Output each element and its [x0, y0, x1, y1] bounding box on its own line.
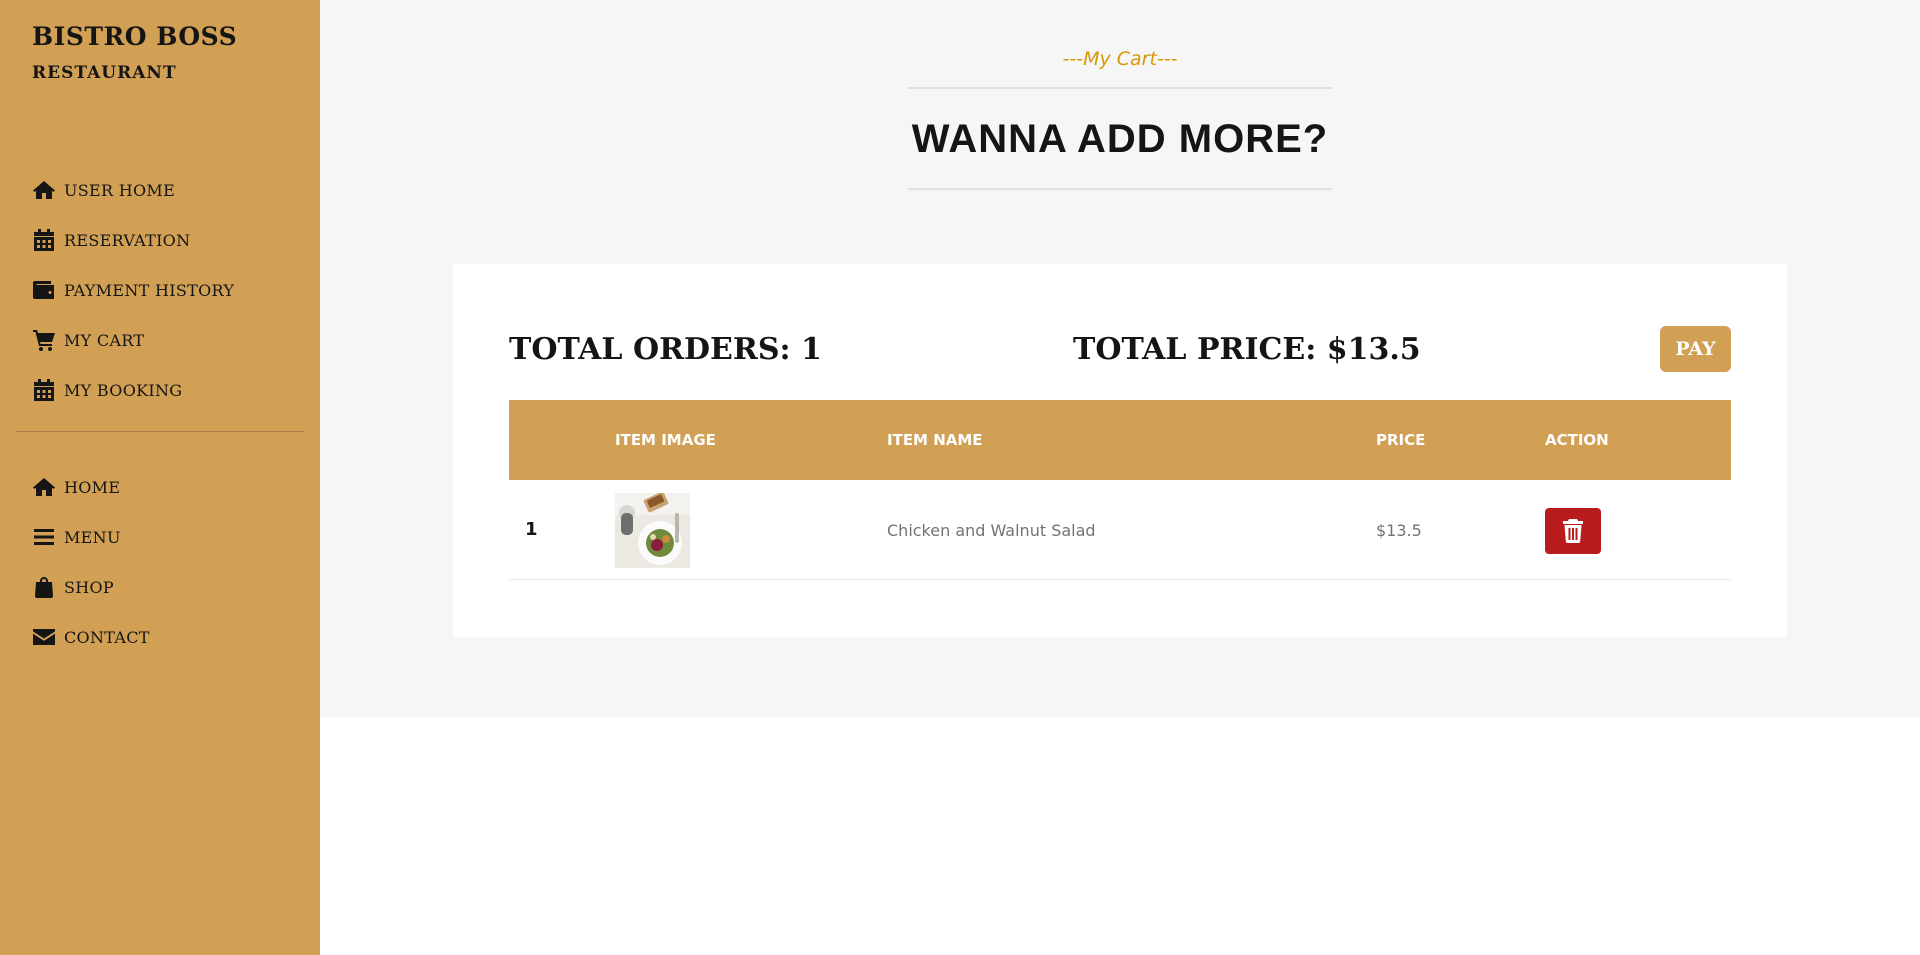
item-price: $13.5 — [1376, 521, 1422, 540]
sidebar-item-home[interactable]: HOME — [32, 462, 150, 512]
sidebar-item-label: CONTACT — [64, 627, 150, 647]
site-nav: HOME MENU SHOP CONTACT — [32, 462, 150, 662]
menu-icon — [32, 525, 56, 549]
sidebar-item-user-home[interactable]: USER HOME — [32, 165, 234, 215]
sidebar-item-label: MY CART — [64, 330, 145, 350]
column-header-item-name: ITEM NAME — [887, 431, 983, 449]
sidebar-item-shop[interactable]: SHOP — [32, 562, 150, 612]
sidebar-item-label: RESERVATION — [64, 230, 191, 250]
table-row: 1 Chicken and Walnut Salad $13.5 — [509, 480, 1731, 580]
sidebar-item-label: HOME — [64, 477, 121, 497]
sidebar-item-label: MY BOOKING — [64, 380, 183, 400]
sidebar-item-my-booking[interactable]: MY BOOKING — [32, 365, 234, 415]
section-heading: WANNA ADD MORE? — [911, 117, 1329, 161]
total-orders: TOTAL ORDERS: 1 — [509, 332, 822, 367]
trash-icon — [1563, 519, 1583, 543]
sidebar-item-contact[interactable]: CONTACT — [32, 612, 150, 662]
home-icon — [32, 475, 56, 499]
sidebar-item-label: MENU — [64, 527, 121, 547]
sidebar-item-payment-history[interactable]: PAYMENT HISTORY — [32, 265, 234, 315]
dashboard-nav: USER HOME RESERVATION PAYMENT HISTORY MY… — [32, 165, 234, 415]
calendar-icon — [32, 378, 56, 402]
column-header-price: PRICE — [1376, 431, 1426, 449]
sidebar-item-label: PAYMENT HISTORY — [64, 280, 235, 300]
sidebar: BISTRO BOSS RESTAURANT USER HOME RESERVA… — [0, 0, 320, 955]
row-index: 1 — [525, 519, 538, 540]
brand-title: BISTRO BOSS — [32, 22, 238, 51]
section-subheading: ---My Cart--- — [1062, 48, 1178, 70]
sidebar-item-my-cart[interactable]: MY CART — [32, 315, 234, 365]
sidebar-item-menu[interactable]: MENU — [32, 512, 150, 562]
item-image — [615, 491, 690, 568]
delete-item-button[interactable] — [1545, 508, 1601, 554]
cart-page: ---My Cart--- WANNA ADD MORE? TOTAL ORDE… — [320, 0, 1920, 717]
sidebar-item-reservation[interactable]: RESERVATION — [32, 215, 234, 265]
section-title: ---My Cart--- WANNA ADD MORE? — [908, 48, 1332, 190]
table-header: ITEM IMAGE ITEM NAME PRICE ACTION — [509, 400, 1731, 480]
envelope-icon — [32, 625, 56, 649]
column-header-action: ACTION — [1545, 431, 1609, 449]
cart-table: ITEM IMAGE ITEM NAME PRICE ACTION 1 Chic… — [509, 400, 1731, 580]
pay-button[interactable]: PAY — [1660, 326, 1731, 372]
sidebar-divider — [16, 431, 304, 432]
column-header-item-image: ITEM IMAGE — [615, 431, 716, 449]
sidebar-item-label: SHOP — [64, 577, 114, 597]
home-icon — [32, 178, 56, 202]
wallet-icon — [32, 278, 56, 302]
heading-bottom-line — [908, 188, 1332, 190]
calendar-icon — [32, 228, 56, 252]
cart-summary: TOTAL ORDERS: 1 TOTAL PRICE: $13.5 PAY — [509, 324, 1731, 372]
total-price: TOTAL PRICE: $13.5 — [1073, 332, 1421, 367]
brand-subtitle: RESTAURANT — [32, 63, 177, 83]
cart-card: TOTAL ORDERS: 1 TOTAL PRICE: $13.5 PAY I… — [453, 264, 1787, 637]
item-name: Chicken and Walnut Salad — [887, 521, 1096, 540]
brand-logo[interactable]: BISTRO BOSS RESTAURANT — [32, 22, 237, 83]
cart-icon — [32, 328, 56, 352]
shopping-bag-icon — [32, 575, 56, 599]
sidebar-item-label: USER HOME — [64, 180, 176, 200]
